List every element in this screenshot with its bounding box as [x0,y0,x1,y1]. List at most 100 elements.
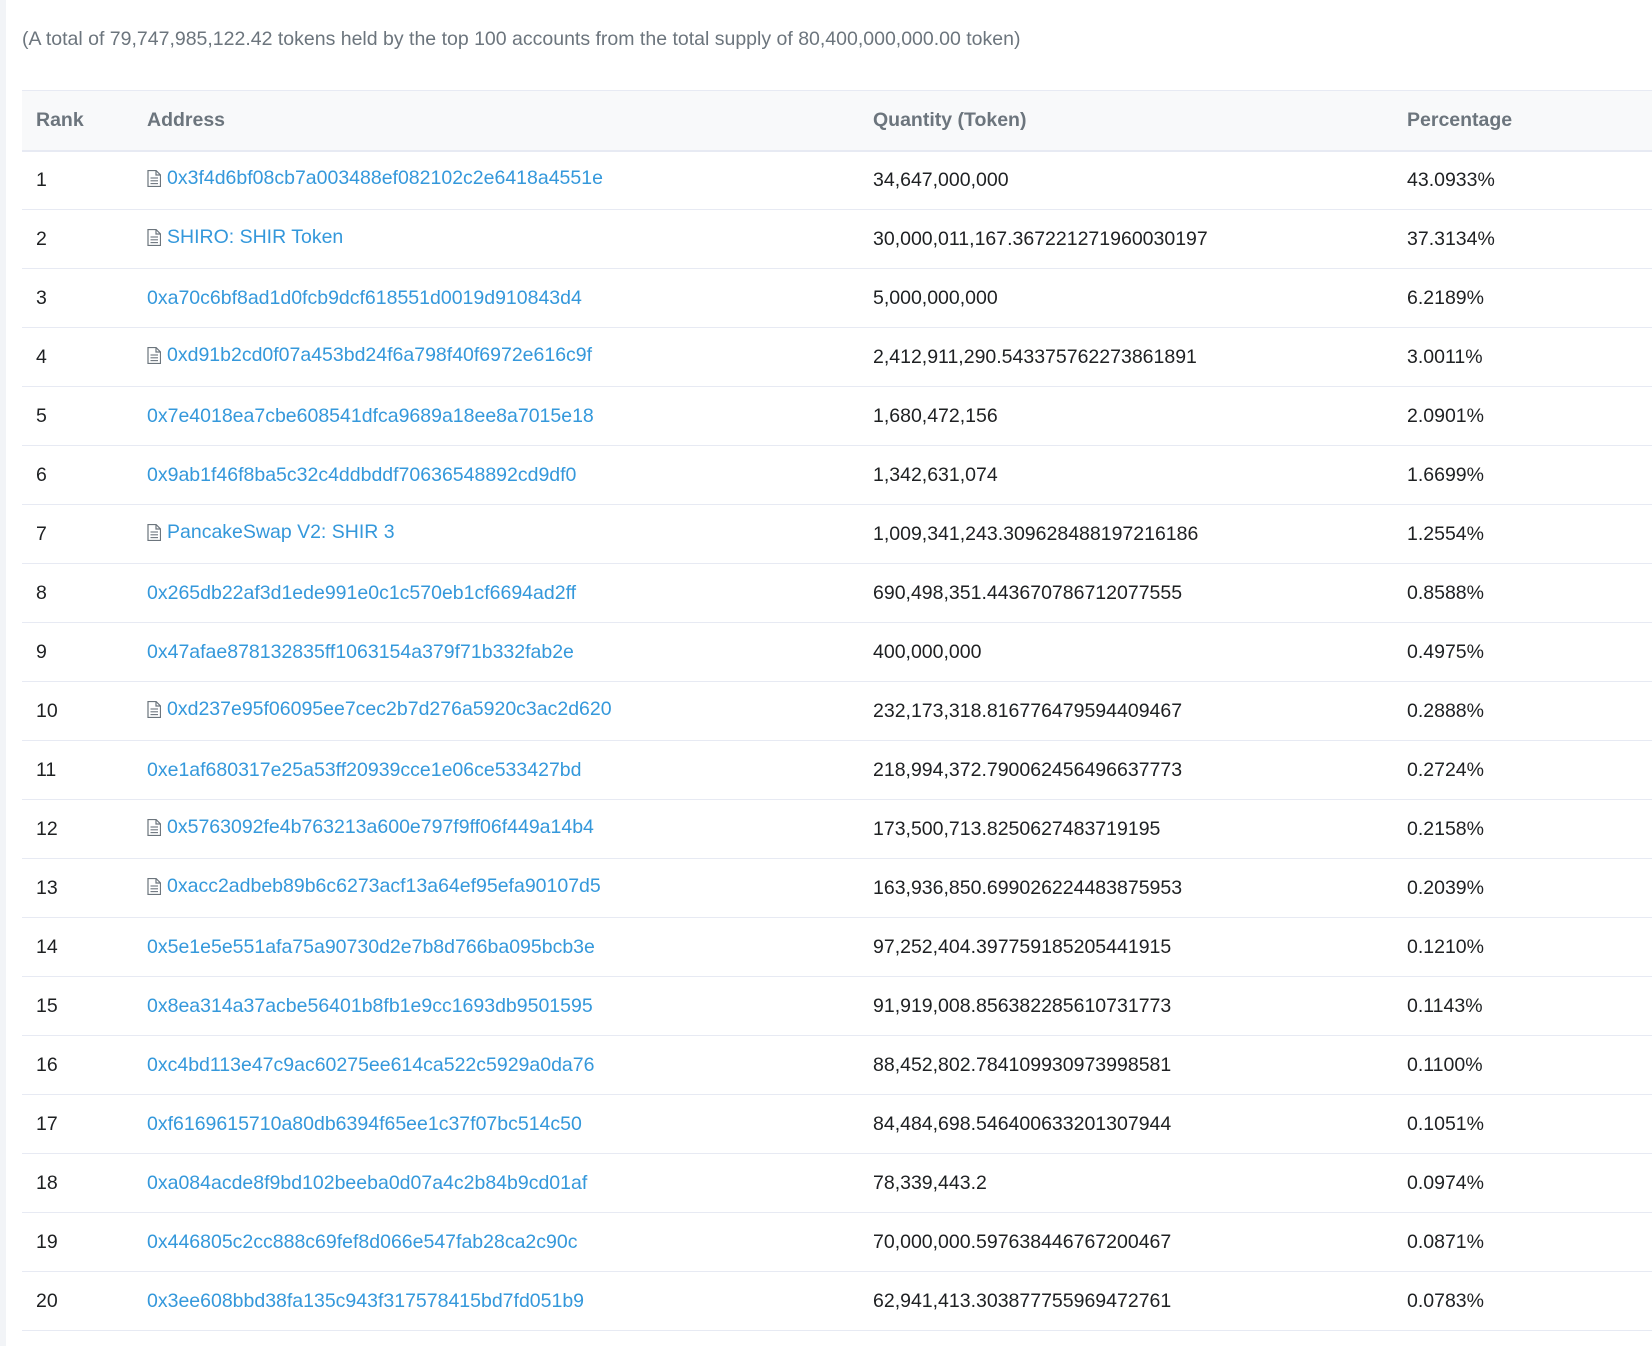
holder-address-link[interactable]: 0x47afae878132835ff1063154a379f71b332fab… [147,641,574,664]
address-cell: 0xd91b2cd0f07a453bd24f6a798f40f6972e616c… [133,327,859,387]
percentage-cell: 37.3134% [1393,209,1652,269]
holder-address-link[interactable]: 0xe1af680317e25a53ff20939cce1e06ce533427… [147,759,581,782]
address-cell: 0x8ea314a37acbe56401b8fb1e9cc1693db95015… [133,976,859,1036]
quantity-cell: 78,339,443.2 [859,1153,1393,1213]
quantity-cell: 34,647,000,000 [859,150,1393,210]
table-row: 19 0x446805c2cc888c69fef8d066e547fab28ca2… [22,1212,1652,1272]
holder-address-link[interactable]: 0x5e1e5e551afa75a90730d2e7b8d766ba095bcb… [147,936,595,959]
address-cell: 0x47afae878132835ff1063154a379f71b332fab… [133,622,859,682]
holder-address-link[interactable]: 0x265db22af3d1ede991e0c1c570eb1cf6694ad2… [147,582,576,605]
rank-cell: 13 [22,858,133,918]
contract-icon [147,877,162,896]
percentage-cell: 0.1051% [1393,1094,1652,1154]
holder-address-text: 0xd237e95f06095ee7cec2b7d276a5920c3ac2d6… [167,698,612,720]
holder-address-link[interactable]: 0xa70c6bf8ad1d0fcb9dcf618551d0019d910843… [147,287,582,310]
percentage-cell: 1.2554% [1393,504,1652,564]
table-row: 14 0x5e1e5e551afa75a90730d2e7b8d766ba095b… [22,917,1652,977]
column-header-rank: Rank [36,108,84,131]
quantity-cell: 690,498,351.443670786712077555 [859,563,1393,623]
quantity-cell: 218,994,372.790062456496637773 [859,740,1393,800]
holder-address-link[interactable]: PancakeSwap V2: SHIR 3 [147,521,395,544]
quantity-cell: 62,941,413.303877755969472761 [859,1271,1393,1331]
rank-cell: 11 [22,740,133,800]
quantity-cell: 2,412,911,290.543375762273861891 [859,327,1393,387]
table-row: 15 0x8ea314a37acbe56401b8fb1e9cc1693db950… [22,976,1652,1036]
holders-table-body: 1 0x3f4d6bf08cb7a003488ef082102c2e6418a45… [22,150,1652,1331]
rank-cell: 8 [22,563,133,623]
rank-cell: 10 [22,681,133,741]
rank-cell: 18 [22,1153,133,1213]
quantity-cell: 30,000,011,167.367221271960030197 [859,209,1393,269]
quantity-cell: 84,484,698.546400633201307944 [859,1094,1393,1154]
holders-table: Rank Address Quantity (Token) Percentage… [22,90,1652,1331]
percentage-cell: 0.1210% [1393,917,1652,977]
address-cell: 0x7e4018ea7cbe608541dfca9689a18ee8a7015e… [133,386,859,446]
holder-address-text: 0xd91b2cd0f07a453bd24f6a798f40f6972e616c… [167,344,593,366]
address-cell: 0xacc2adbeb89b6c6273acf13a64ef95efa90107… [133,858,859,918]
rank-cell: 2 [22,209,133,269]
quantity-cell: 163,936,850.699026224483875953 [859,858,1393,918]
holder-address-link[interactable]: 0xa084acde8f9bd102beeba0d07a4c2b84b9cd01… [147,1172,587,1195]
column-header-address: Address [147,108,226,131]
holder-address-link[interactable]: 0xd237e95f06095ee7cec2b7d276a5920c3ac2d6… [147,698,612,721]
holder-address-text: 0x446805c2cc888c69fef8d066e547fab28ca2c9… [147,1230,578,1253]
percentage-cell: 6.2189% [1393,268,1652,328]
table-row: 8 0x265db22af3d1ede991e0c1c570eb1cf6694ad… [22,563,1652,623]
percentage-cell: 0.1143% [1393,976,1652,1036]
table-row: 5 0x7e4018ea7cbe608541dfca9689a18ee8a7015… [22,386,1652,446]
page: (A total of 79,747,985,122.42 tokens hel… [0,0,1652,1346]
table-header-row: Rank Address Quantity (Token) Percentage [22,90,1652,151]
table-row: 10 0xd237e95f06095ee7cec2b7d276a5920c3ac2… [22,681,1652,741]
contract-icon [147,346,162,365]
holders-summary-text: (A total of 79,747,985,122.42 tokens hel… [22,28,1021,50]
quantity-cell: 91,919,008.856382285610731773 [859,976,1393,1036]
holder-address-link[interactable]: 0x8ea314a37acbe56401b8fb1e9cc1693db95015… [147,995,593,1018]
holder-address-link[interactable]: 0xf6169615710a80db6394f65ee1c37f07bc514c… [147,1113,582,1136]
quantity-cell: 88,452,802.784109930973998581 [859,1035,1393,1095]
holder-address-link[interactable]: 0x5763092fe4b763213a600e797f9ff06f449a14… [147,816,594,839]
holder-address-text: 0x5763092fe4b763213a600e797f9ff06f449a14… [167,816,594,838]
holder-address-link[interactable]: 0x9ab1f46f8ba5c32c4ddbddf70636548892cd9d… [147,464,576,487]
holder-address-link[interactable]: 0xacc2adbeb89b6c6273acf13a64ef95efa90107… [147,875,601,898]
percentage-cell: 0.2724% [1393,740,1652,800]
contract-icon [147,523,162,542]
holder-address-text: 0xa70c6bf8ad1d0fcb9dcf618551d0019d910843… [147,286,582,309]
rank-cell: 9 [22,622,133,682]
quantity-cell: 1,680,472,156 [859,386,1393,446]
percentage-cell: 1.6699% [1393,445,1652,505]
holder-address-link[interactable]: 0x446805c2cc888c69fef8d066e547fab28ca2c9… [147,1231,577,1254]
quantity-cell: 97,252,404.397759185205441915 [859,917,1393,977]
table-row: 12 0x5763092fe4b763213a600e797f9ff06f449a… [22,799,1652,859]
quantity-cell: 1,009,341,243.309628488197216186 [859,504,1393,564]
quantity-cell: 173,500,713.8250627483719195 [859,799,1393,859]
table-row: 13 0xacc2adbeb89b6c6273acf13a64ef95efa901… [22,858,1652,918]
holder-address-link[interactable]: 0x7e4018ea7cbe608541dfca9689a18ee8a7015e… [147,405,594,428]
table-row: 6 0x9ab1f46f8ba5c32c4ddbddf70636548892cd9… [22,445,1652,505]
percentage-cell: 0.4975% [1393,622,1652,682]
address-cell: 0x3f4d6bf08cb7a003488ef082102c2e6418a455… [133,150,859,210]
rank-cell: 17 [22,1094,133,1154]
rank-cell: 19 [22,1212,133,1272]
holder-address-link[interactable]: 0x3ee608bbd38fa135c943f317578415bd7fd051… [147,1290,584,1313]
rank-cell: 20 [22,1271,133,1331]
holder-address-link[interactable]: 0xc4bd113e47c9ac60275ee614ca522c5929a0da… [147,1054,594,1077]
contract-icon [147,700,162,719]
holder-address-text: 0x3f4d6bf08cb7a003488ef082102c2e6418a455… [167,167,603,190]
holder-address-text: 0x9ab1f46f8ba5c32c4ddbddf70636548892cd9d… [147,463,577,486]
column-header-percentage: Percentage [1407,108,1513,131]
holder-address-text: 0xc4bd113e47c9ac60275ee614ca522c5929a0da… [147,1053,595,1076]
holder-address-text: 0x47afae878132835ff1063154a379f71b332fab… [147,640,574,663]
rank-cell: 5 [22,386,133,446]
holder-address-link[interactable]: SHIRO: SHIR Token [147,226,343,249]
rank-cell: 6 [22,445,133,505]
holder-address-link[interactable]: 0xd91b2cd0f07a453bd24f6a798f40f6972e616c… [147,344,592,367]
table-row: 18 0xa084acde8f9bd102beeba0d07a4c2b84b9cd… [22,1153,1652,1213]
table-row: 1 0x3f4d6bf08cb7a003488ef082102c2e6418a45… [22,150,1652,210]
rank-cell: 14 [22,917,133,977]
address-cell: PancakeSwap V2: SHIR 3 [133,504,859,564]
holder-address-link[interactable]: 0x3f4d6bf08cb7a003488ef082102c2e6418a455… [147,167,603,190]
holder-address-text: 0xf6169615710a80db6394f65ee1c37f07bc514c… [147,1112,582,1135]
quantity-cell: 1,342,631,074 [859,445,1393,505]
contract-icon [147,228,162,247]
table-row: 7 PancakeSwap V2: SHIR 3 1,009,341,243.309… [22,504,1652,564]
